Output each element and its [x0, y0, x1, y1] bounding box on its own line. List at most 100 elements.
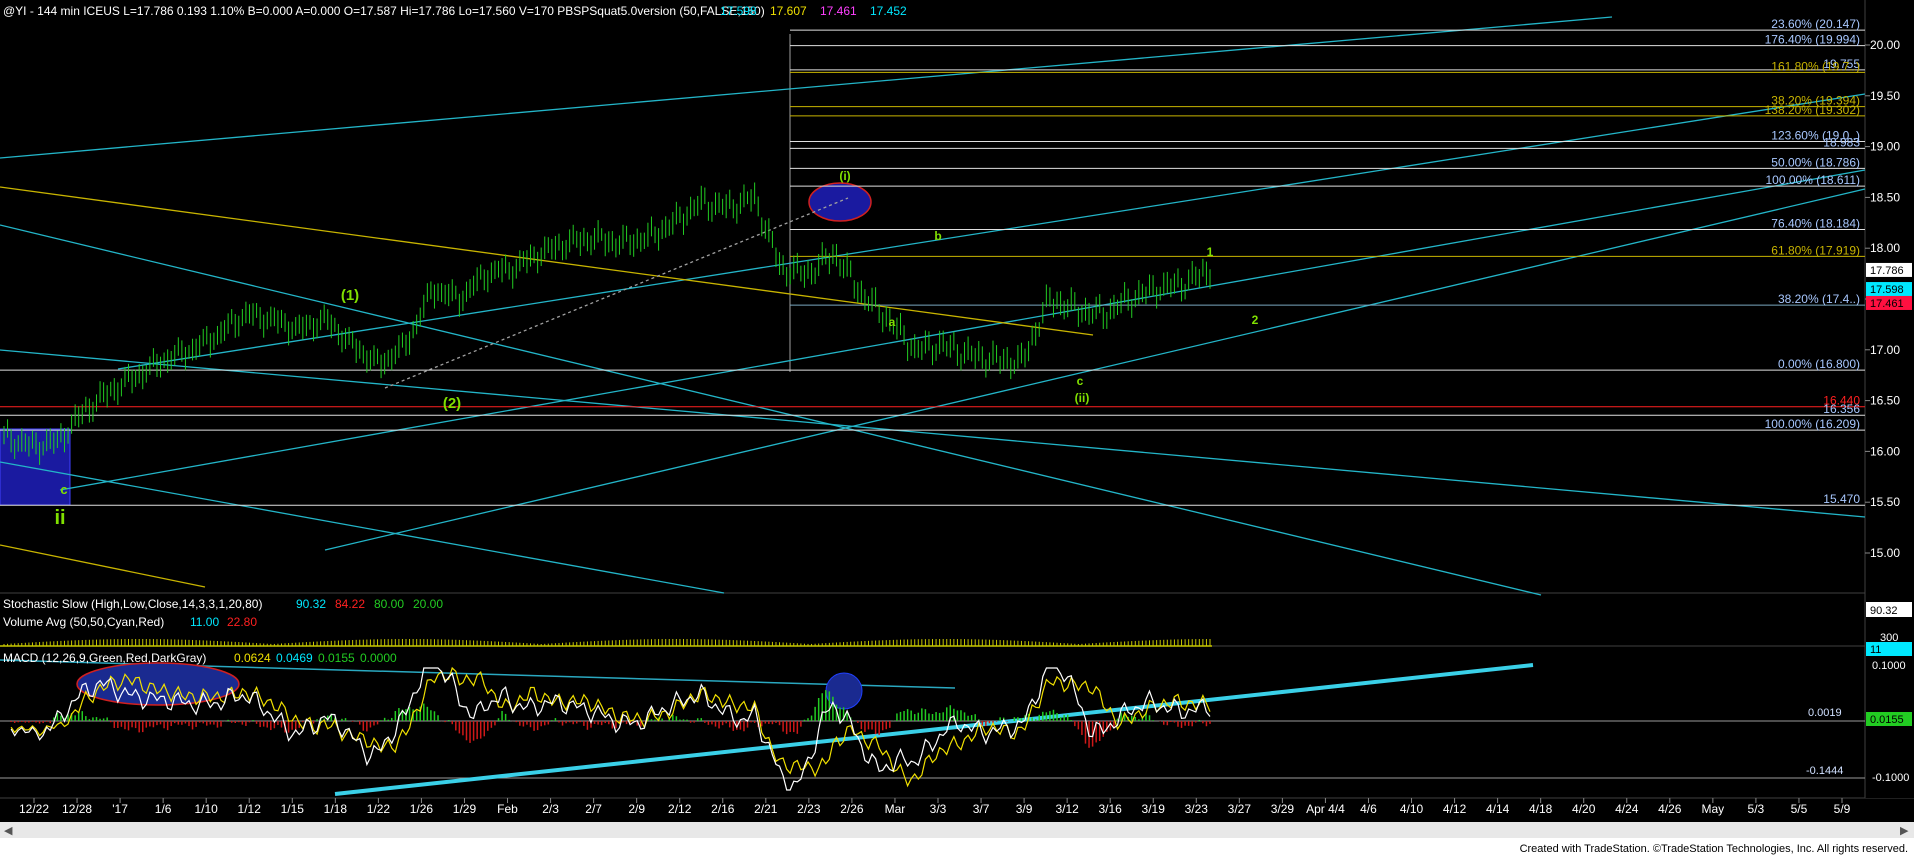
legend-value-2: 17.607	[770, 4, 807, 18]
horizontal-scrollbar[interactable]	[0, 822, 1914, 838]
x-tick-label: 1/6	[155, 802, 172, 816]
stochastic-value-2: 84.22	[335, 597, 365, 611]
wave-label: 2	[1252, 313, 1259, 327]
x-tick-label: 3/27	[1228, 802, 1252, 816]
price-tick-label: 19.50	[1870, 89, 1900, 103]
fib-level-label: 18.983	[1823, 135, 1860, 149]
footer-credit: Created with TradeStation. ©TradeStation…	[1520, 843, 1908, 855]
stochastic-value-1: 90.32	[296, 597, 326, 611]
scroll-left-arrow[interactable]: ◀	[4, 825, 13, 837]
macd-value-1: 0.0624	[234, 651, 271, 665]
volume-value-2: 22.80	[227, 615, 257, 629]
scroll-right-arrow[interactable]: ▶	[1900, 825, 1909, 837]
x-tick-label: 4/6	[1360, 802, 1377, 816]
wave-label: (1)	[341, 287, 359, 304]
volume-label: Volume Avg (50,50,Cyan,Red)	[3, 615, 164, 629]
x-tick-label: 2/3	[542, 802, 559, 816]
x-tick-label: '17	[112, 802, 128, 816]
x-tick-label: 4/14	[1486, 802, 1510, 816]
wave-label: c	[60, 482, 67, 497]
x-tick-label: 5/9	[1834, 802, 1851, 816]
x-tick-label: 1/10	[195, 802, 219, 816]
x-tick-label: 2/12	[668, 802, 692, 816]
x-tick-label: 3/7	[973, 802, 990, 816]
macd-value-2: 0.0469	[276, 651, 313, 665]
x-tick-label: 3/23	[1185, 802, 1209, 816]
last-price-label: 17.786	[1870, 265, 1904, 277]
x-tick-label: 3/19	[1142, 802, 1166, 816]
fib-level-label: 100.00% (16.209)	[1765, 417, 1860, 431]
x-tick-label: 5/5	[1791, 802, 1808, 816]
x-tick-label: 1/29	[453, 802, 477, 816]
price-tick-label: 16.50	[1870, 394, 1900, 408]
wave-label: ii	[54, 507, 65, 529]
fib-level-label: 23.60% (20.147)	[1771, 17, 1860, 31]
wave-label: b	[934, 229, 941, 243]
macd-axis-label-1: 0.0019	[1808, 707, 1842, 719]
fib-level-label: 15.470	[1823, 492, 1860, 506]
wave-label: c	[1077, 374, 1084, 388]
x-tick-label: 3/16	[1099, 802, 1123, 816]
x-tick-label: 4/12	[1443, 802, 1467, 816]
macd-value-3: 0.0155	[318, 651, 355, 665]
fib-level-label: 176.40% (19.994)	[1765, 33, 1860, 47]
volume-axis-11: 11	[1870, 644, 1881, 656]
price-tick-label: 17.00	[1870, 343, 1900, 357]
x-tick-label: 2/26	[840, 802, 864, 816]
x-tick-label: May	[1702, 802, 1725, 816]
fib-level-label: 100.00% (18.611)	[1765, 173, 1860, 187]
fib-level-label: 38.20% (17.4..)	[1778, 292, 1860, 306]
x-tick-label: 2/21	[754, 802, 778, 816]
stochastic-value-3: 80.00	[374, 597, 404, 611]
x-tick-label: 4/18	[1529, 802, 1553, 816]
price-tick-label: 20.00	[1870, 38, 1900, 52]
x-tick-label: 1/12	[238, 802, 262, 816]
stochastic-value-4: 20.00	[413, 597, 443, 611]
x-tick-label: 2/16	[711, 802, 735, 816]
x-tick-label: 3/29	[1271, 802, 1295, 816]
x-tick-label: 3/3	[930, 802, 947, 816]
fib-level-label: 161.80% (19.7..)	[1771, 59, 1860, 73]
macd-value-4: 0.0000	[360, 651, 397, 665]
wave-i-ellipse	[808, 182, 872, 222]
x-tick-label: 1/15	[281, 802, 305, 816]
x-tick-label: 5/3	[1748, 802, 1765, 816]
price-tick-label: 19.00	[1870, 140, 1900, 154]
fib-level-label: 16.356	[1823, 402, 1860, 416]
macd-tick-label: -0.1000	[1872, 772, 1909, 784]
wave-label: (2)	[443, 395, 461, 412]
legend-value-3: 17.461	[820, 4, 857, 18]
stochastic-label: Stochastic Slow (High,Low,Close,14,3,3,1…	[3, 597, 262, 611]
x-tick-label: 4/10	[1400, 802, 1424, 816]
last-price-label: 17.598	[1870, 284, 1904, 296]
macd-axis-label-2: -0.1444	[1806, 765, 1843, 777]
x-tick-label: 4/26	[1658, 802, 1682, 816]
price-tick-label: 18.50	[1870, 190, 1900, 204]
wave-label: (ii)	[1075, 391, 1090, 405]
stoch-axis-label: 90.32	[1870, 605, 1898, 617]
x-tick-label: 4/24	[1615, 802, 1639, 816]
wave-label: a	[889, 315, 896, 329]
fib-level-label: 50.00% (18.786)	[1771, 155, 1860, 169]
fib-level-label: 138.20% (19.302)	[1765, 103, 1860, 117]
macd-tick-label: 0.1000	[1872, 660, 1906, 672]
symbol-info: @YI - 144 min ICEUS L=17.786 0.193 1.10%…	[3, 4, 765, 18]
price-chart[interactable]: 20.0019.5019.0018.5018.0017.5017.0016.50…	[0, 0, 1914, 856]
x-tick-label: 1/18	[324, 802, 348, 816]
wave-label: 1	[1207, 245, 1214, 259]
x-tick-label: 12/28	[62, 802, 92, 816]
x-tick-label: 12/22	[19, 802, 49, 816]
fib-level-label: 61.80% (17.919)	[1771, 243, 1860, 257]
x-tick-label: Apr 4/4	[1306, 802, 1345, 816]
legend-value-4: 17.452	[870, 4, 907, 18]
x-tick-label: 1/26	[410, 802, 434, 816]
fib-level-label: 76.40% (18.184)	[1771, 217, 1860, 231]
x-tick-label: 3/12	[1055, 802, 1079, 816]
x-tick-label: 2/9	[628, 802, 645, 816]
x-tick-label: 2/23	[797, 802, 821, 816]
wave-label: (i)	[839, 169, 850, 183]
price-tick-label: 15.00	[1870, 546, 1900, 560]
price-tick-label: 15.50	[1870, 495, 1900, 509]
x-tick-label: 3/9	[1016, 802, 1033, 816]
x-tick-label: 2/7	[585, 802, 602, 816]
